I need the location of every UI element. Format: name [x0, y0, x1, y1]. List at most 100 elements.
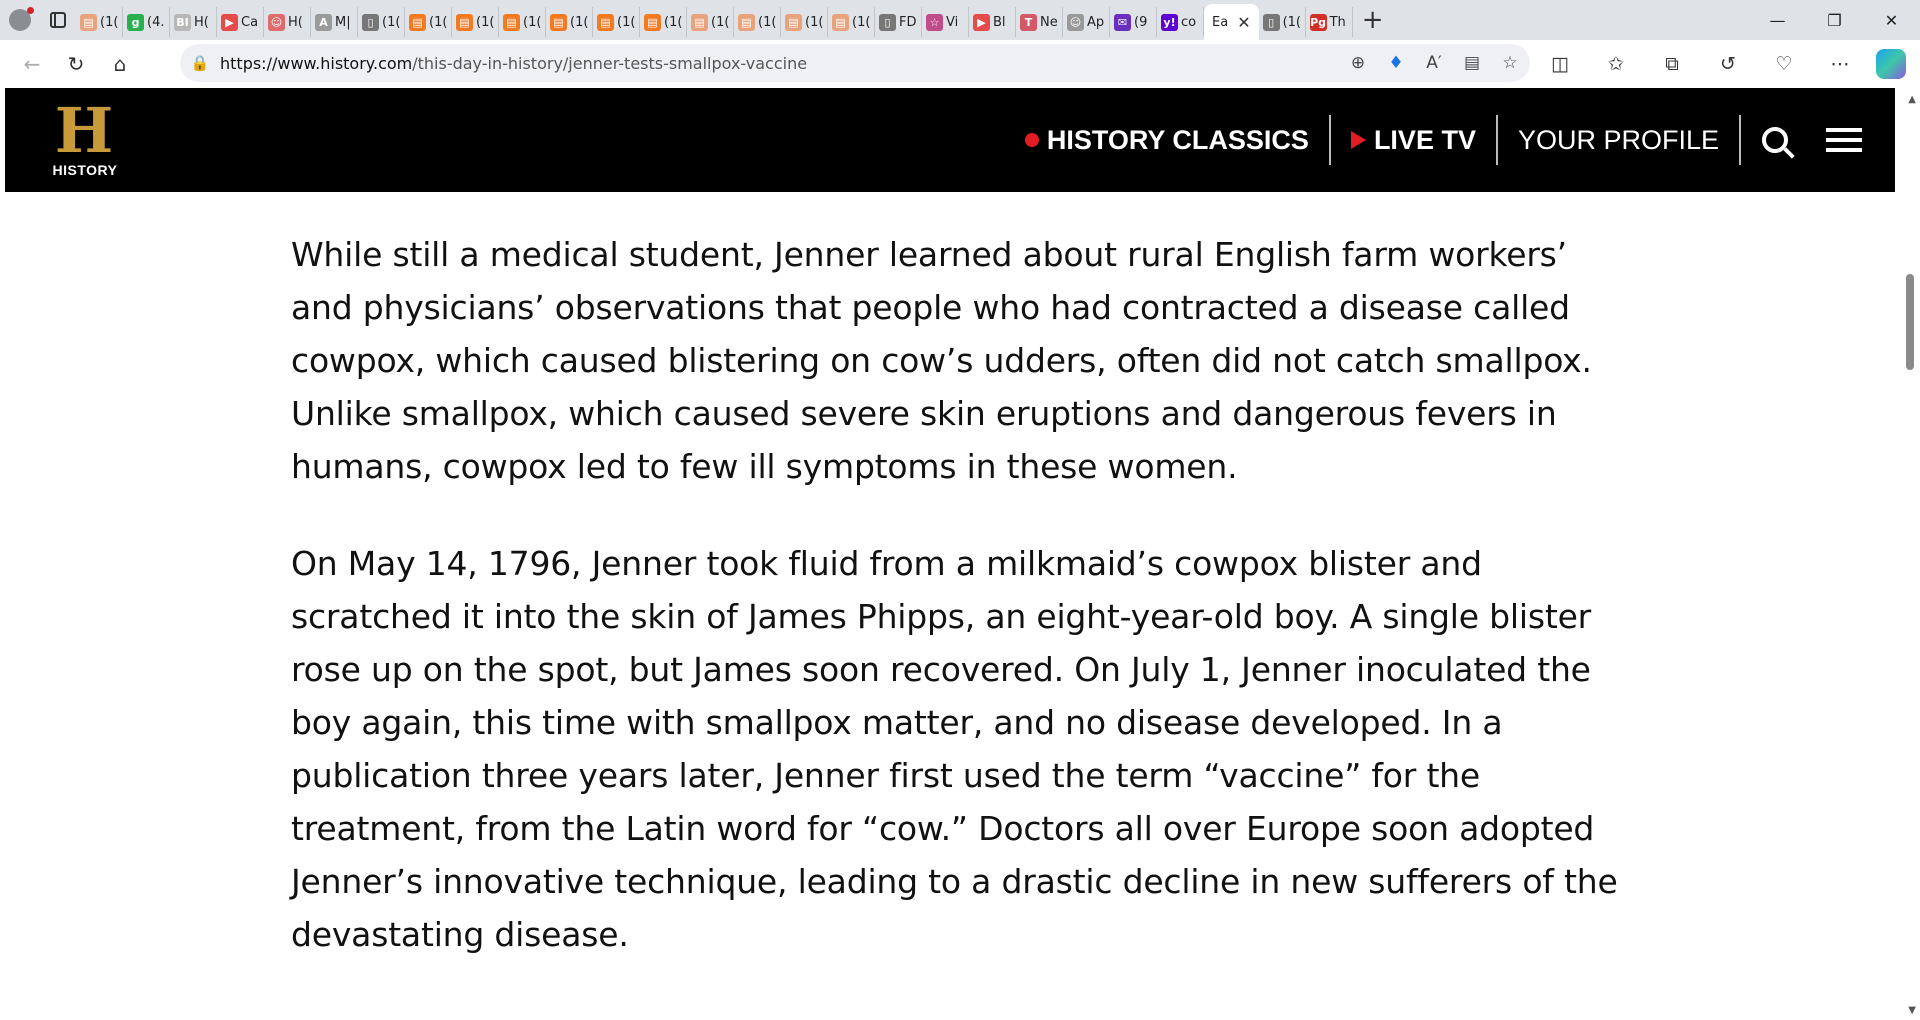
browser-tab[interactable]: ▤ (1(: [828, 7, 875, 37]
tab-title: (1(: [1282, 14, 1302, 30]
nav-history-classics-label: HISTORY CLASSICS: [1046, 124, 1309, 155]
tab-title: (1(: [852, 14, 871, 30]
scroll-down-icon[interactable]: ▼: [1908, 1005, 1916, 1016]
browser-tab[interactable]: ▤ (1(: [452, 7, 499, 37]
minimize-icon[interactable]: —: [1749, 0, 1806, 40]
browser-tab[interactable]: A M|: [311, 7, 358, 37]
more-menu-icon[interactable]: ⋯: [1812, 53, 1868, 75]
browser-tab[interactable]: ▤ (1(: [593, 7, 640, 37]
bookmark-icon: ▤: [550, 13, 567, 31]
close-tab-icon[interactable]: ✕: [1237, 13, 1250, 32]
refresh-icon[interactable]: ↻: [54, 44, 98, 84]
browser-tab[interactable]: ▶ Bl: [969, 7, 1016, 37]
browser-tab[interactable]: Pg Th: [1306, 7, 1353, 37]
tab-title: Ap: [1087, 14, 1105, 30]
tab-title: (1(: [758, 14, 777, 30]
pg-icon: Pg: [1309, 13, 1327, 31]
browser-tab[interactable]: ▤ (1(: [734, 7, 781, 37]
tab-title: Ea: [1212, 14, 1229, 30]
browser-tab[interactable]: BI H(: [170, 7, 217, 37]
tab-title: M|: [335, 14, 351, 30]
browser-tab[interactable]: ☺ H(: [264, 7, 311, 37]
browser-tab[interactable]: ✉ (9: [1110, 7, 1157, 37]
history-icon[interactable]: ↺: [1700, 53, 1756, 75]
bookmark-icon: ▤: [409, 13, 426, 31]
browser-tab[interactable]: ▤ (1(: [781, 7, 828, 37]
lock-icon[interactable]: 🔒: [180, 54, 220, 72]
zoom-icon[interactable]: ⊕: [1346, 53, 1370, 73]
restore-icon[interactable]: ❐: [1806, 0, 1863, 40]
new-tab-icon[interactable]: +: [1353, 0, 1393, 40]
browser-tab[interactable]: y! co: [1157, 7, 1204, 37]
shopping-tag-icon[interactable]: ♦: [1384, 53, 1408, 73]
bookmark-icon: ▤: [456, 13, 473, 31]
tab-title: (1(: [664, 14, 683, 30]
profile-avatar-icon[interactable]: [0, 0, 40, 40]
browser-tab[interactable]: ▤ (1(: [640, 7, 687, 37]
tab-title: co: [1181, 14, 1197, 30]
immersive-reader-icon[interactable]: ▤: [1460, 53, 1484, 73]
history-logo[interactable]: H HISTORY: [45, 94, 125, 182]
favorites-icon[interactable]: ✩: [1588, 53, 1644, 75]
collections-icon[interactable]: ⧉: [1644, 53, 1700, 75]
window-controls: — ❐ ✕: [1749, 0, 1920, 40]
tab-title: Th: [1329, 14, 1346, 30]
browser-tab[interactable]: ▤ (1(: [546, 7, 593, 37]
page-icon: ▯: [1262, 13, 1280, 31]
browser-tab[interactable]: T Ne: [1016, 7, 1063, 37]
read-aloud-icon[interactable]: A′: [1422, 53, 1446, 73]
tab-title: (1(: [805, 14, 824, 30]
browser-tab[interactable]: ▯ (1(: [358, 7, 405, 37]
video-icon: ▶: [973, 13, 990, 31]
copilot-icon[interactable]: [1876, 49, 1906, 79]
performance-icon[interactable]: ♡: [1756, 53, 1812, 75]
home-icon[interactable]: ⌂: [98, 44, 142, 84]
split-screen-icon[interactable]: ◫: [1532, 53, 1588, 75]
bookmark-icon: ▤: [832, 13, 849, 31]
browser-tab[interactable]: ▤ (1(: [76, 7, 123, 37]
logo-letter: H: [54, 94, 114, 167]
back-arrow-icon[interactable]: ←: [10, 44, 54, 84]
tab-title: (4.: [147, 14, 165, 30]
tab-title: (1(: [429, 14, 448, 30]
scrollbar-thumb[interactable]: [1906, 274, 1914, 370]
nav-live-tv-label: LIVE TV: [1373, 124, 1476, 155]
search-icon[interactable]: [1739, 115, 1809, 165]
nav-live-tv[interactable]: LIVE TV: [1331, 115, 1498, 165]
tab-title: (1(: [100, 14, 119, 30]
tab-title: (1(: [617, 14, 636, 30]
browser-tab[interactable]: ▤ (1(: [405, 7, 452, 37]
star-icon: ☆: [926, 13, 943, 31]
tab-actions-icon[interactable]: [40, 0, 76, 40]
site-nav: HISTORY CLASSICS LIVE TV YOUR PROFILE: [1005, 88, 1895, 192]
tab-title: (9: [1134, 14, 1148, 30]
scroll-up-icon[interactable]: ▲: [1908, 94, 1916, 105]
tab-title: FD: [899, 14, 917, 30]
browser-tab[interactable]: ▯ FD: [875, 7, 922, 37]
article-body: While still a medical student, Jenner le…: [291, 228, 1621, 1005]
active-tab[interactable]: Ea ✕: [1204, 4, 1259, 40]
page-scrollbar[interactable]: ▲ ▼: [1900, 88, 1920, 1020]
tab-list: ▤ (1(g (4. BI H(▶ Ca ☺ H(A M| ▯ (1(▤ (1(▤ (1(▤ (1(▤ (1…: [76, 0, 1353, 40]
tab-title: (1(: [523, 14, 542, 30]
browser-tab[interactable]: ▯ (1(: [1259, 7, 1306, 37]
nav-history-classics[interactable]: HISTORY CLASSICS: [1005, 115, 1331, 165]
avatar-icon: ☺: [1067, 13, 1084, 31]
browser-tab[interactable]: ☺ Ap: [1063, 7, 1110, 37]
hamburger-menu-icon[interactable]: [1809, 115, 1879, 165]
close-window-icon[interactable]: ✕: [1863, 0, 1920, 40]
tab-title: (1(: [382, 14, 401, 30]
browser-tab[interactable]: ▶ Ca: [217, 7, 264, 37]
article-paragraph: On May 14, 1796, Jenner took fluid from …: [291, 544, 1618, 954]
nav-your-profile[interactable]: YOUR PROFILE: [1498, 115, 1739, 165]
url-text[interactable]: https://www.history.com/this-day-in-hist…: [220, 54, 807, 73]
bookmark-icon: ▤: [785, 13, 802, 31]
browser-tab[interactable]: g (4.: [123, 7, 170, 37]
address-bar[interactable]: 🔒 https://www.history.com/this-day-in-hi…: [180, 44, 1530, 82]
browser-tab[interactable]: ☆ Vi: [922, 7, 969, 37]
browser-tab[interactable]: ▤ (1(: [499, 7, 546, 37]
browser-tab[interactable]: ▤ (1(: [687, 7, 734, 37]
favorite-star-icon[interactable]: ☆: [1498, 53, 1522, 73]
browser-toolbar: ← ↻ ⌂ 🔒 https://www.history.com/this-day…: [0, 40, 1920, 88]
tab-title: Vi: [946, 14, 959, 30]
